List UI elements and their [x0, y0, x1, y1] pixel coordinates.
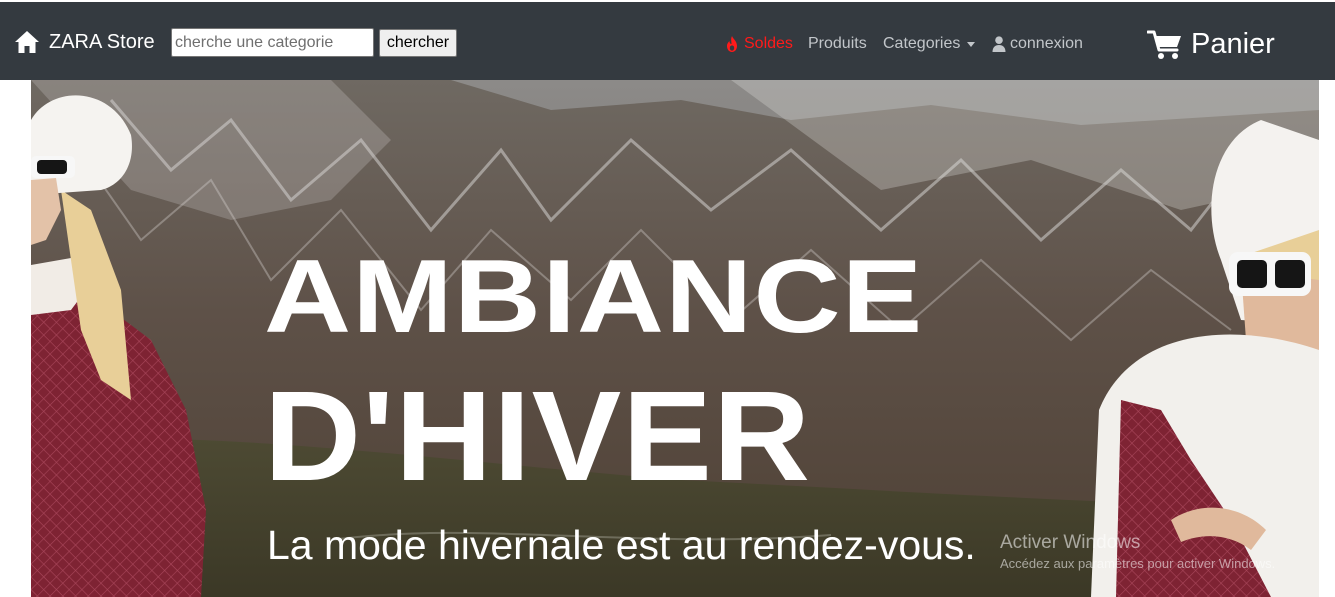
top-navbar: ZARA Store chercher Soldes Produits Cate… — [0, 2, 1335, 80]
nav-dropdown-categories[interactable]: Categories — [883, 35, 976, 53]
search-button[interactable]: chercher — [379, 29, 457, 57]
nav-link-soldes-label: Soldes — [744, 35, 793, 52]
nav-link-connexion-label: connexion — [1010, 35, 1083, 52]
windows-activation-watermark: Activer Windows Accédez aux paramètres p… — [1000, 532, 1275, 571]
nav-link-connexion[interactable]: connexion — [992, 35, 1083, 53]
watermark-subtitle: Accédez aux paramètres pour activer Wind… — [1000, 556, 1276, 571]
nav-dropdown-categories-label: Categories — [883, 35, 961, 52]
hero-subtitle: La mode hivernale est au rendez-vous. — [267, 522, 976, 568]
home-icon — [15, 31, 39, 53]
hero-banner: AMBIANCE D'HIVER La mode hivernale est a… — [31, 80, 1319, 597]
cart-link[interactable]: Panier — [1147, 28, 1275, 61]
hero-title-line-1: AMBIANCE — [264, 239, 924, 355]
watermark-title: Activer Windows — [1000, 532, 1141, 553]
user-icon — [992, 36, 1006, 52]
brand-link[interactable]: ZARA Store — [14, 28, 155, 56]
cart-label: Panier — [1191, 28, 1275, 60]
fire-icon — [727, 36, 737, 52]
brand-name: ZARA Store — [49, 30, 155, 53]
shopping-cart-icon — [1147, 30, 1181, 59]
caret-down-icon — [967, 41, 976, 47]
search-input[interactable] — [171, 28, 374, 57]
nav-link-produits[interactable]: Produits — [808, 35, 867, 53]
hero-title-line-2: D'HIVER — [264, 365, 812, 508]
nav-link-soldes[interactable]: Soldes — [725, 35, 793, 53]
